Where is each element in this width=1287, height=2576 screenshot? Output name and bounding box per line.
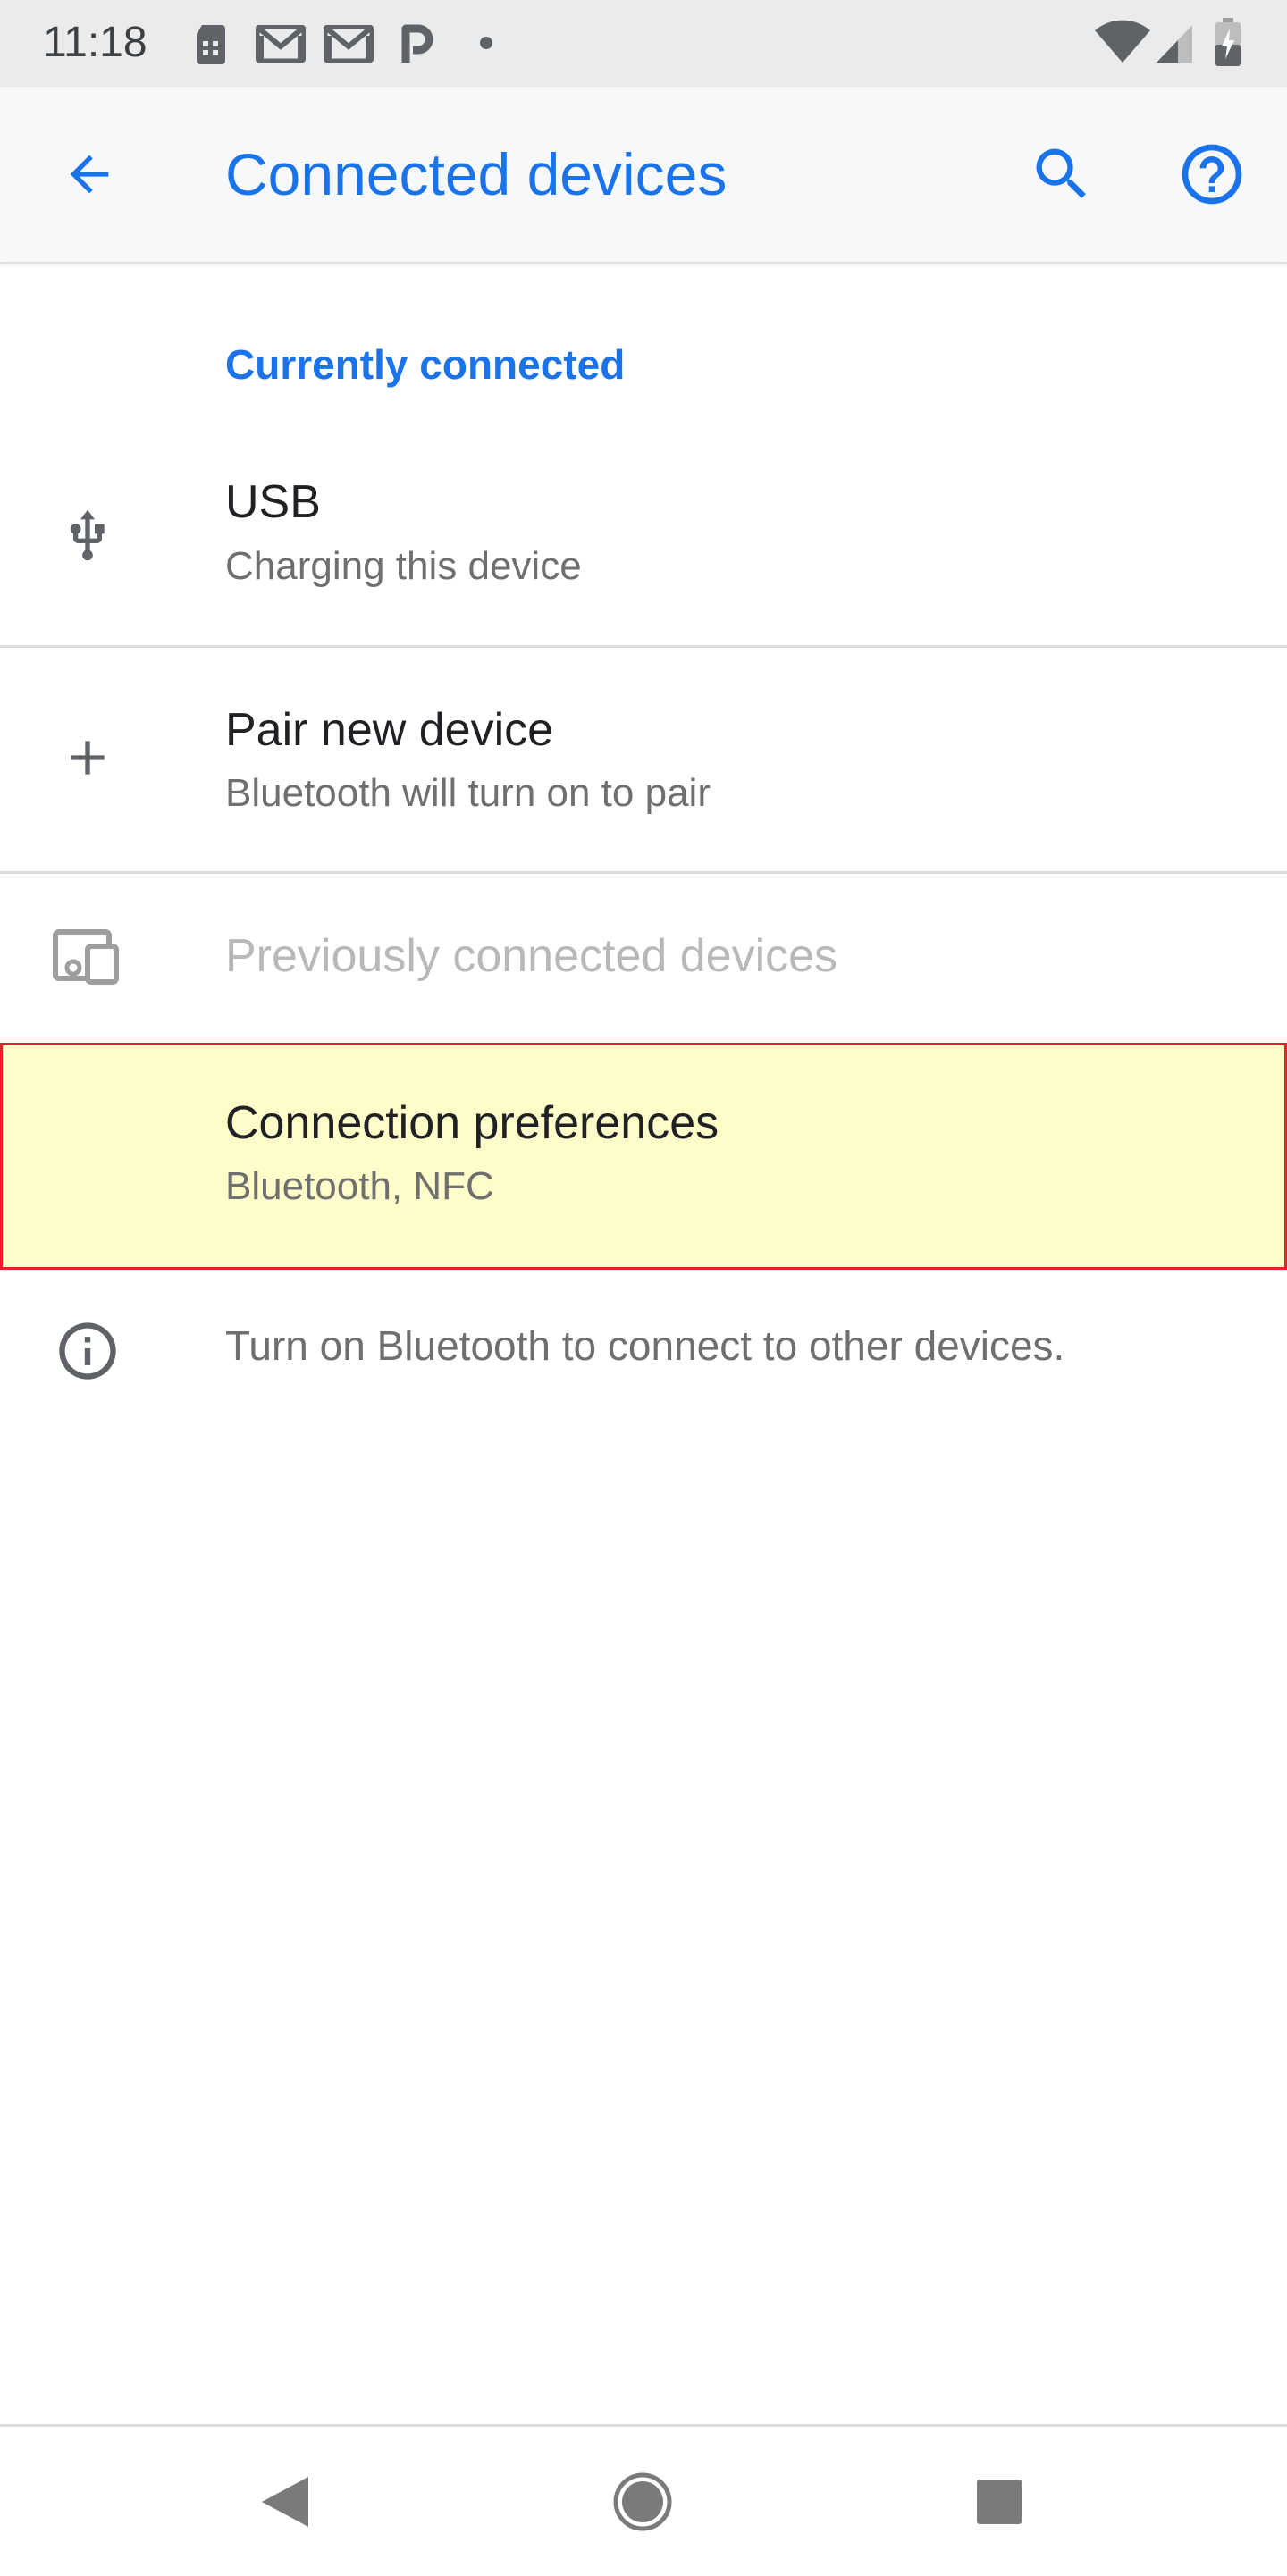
plus-icon	[45, 715, 130, 801]
bluetooth-info: Turn on Bluetooth to connect to other de…	[0, 1278, 1287, 1421]
pair-new-device-row[interactable]: Pair new device Bluetooth will turn on t…	[0, 648, 1287, 871]
usb-row[interactable]: USB Charging this device	[0, 427, 1287, 645]
pocket-p-icon	[401, 24, 433, 63]
search-button[interactable]	[1012, 124, 1112, 224]
search-icon	[1036, 148, 1086, 198]
cell-signal-icon	[1157, 25, 1192, 63]
usb-title: USB	[225, 476, 321, 528]
previously-connected-devices-title: Previously connected devices	[225, 930, 838, 982]
pair-new-device-title: Pair new device	[225, 704, 554, 756]
nav-back-icon	[262, 2476, 308, 2527]
wifi-icon	[1095, 20, 1150, 63]
nav-home-icon	[613, 2472, 672, 2530]
bluetooth-info-text: Turn on Bluetooth to connect to other de…	[225, 1322, 1065, 1369]
battery-charging-icon	[1216, 18, 1241, 66]
gmail-icon	[256, 25, 306, 63]
previously-connected-devices-row[interactable]: Previously connected devices	[0, 874, 1287, 1044]
nav-recents-icon	[977, 2479, 1022, 2524]
nav-recents-button[interactable]	[910, 2427, 1089, 2576]
dot-icon	[480, 37, 492, 49]
status-time: 11:18	[43, 19, 147, 66]
help-button[interactable]	[1162, 124, 1262, 224]
sim-card-icon	[197, 25, 225, 64]
usb-icon	[45, 493, 130, 579]
devices-icon	[45, 914, 130, 1000]
connection-preferences-title: Connection preferences	[225, 1097, 719, 1149]
arrow-back-icon	[70, 155, 109, 194]
help-icon	[1182, 144, 1242, 205]
connection-preferences-row[interactable]: Connection preferences Bluetooth, NFC	[0, 1043, 1287, 1270]
usb-subtitle: Charging this device	[225, 544, 582, 588]
connection-preferences-subtitle: Bluetooth, NFC	[225, 1164, 494, 1208]
info-icon	[45, 1308, 130, 1394]
nav-back-button[interactable]	[196, 2427, 374, 2576]
app-bar: Connected devices	[0, 87, 1287, 264]
back-button[interactable]	[39, 124, 139, 224]
system-nav-bar	[0, 2424, 1287, 2576]
nav-home-button[interactable]	[553, 2427, 732, 2576]
status-bar: 11:18	[0, 0, 1287, 87]
section-header-currently-connected: Currently connected	[225, 341, 626, 388]
gmail-icon	[324, 25, 374, 63]
page-title: Connected devices	[225, 141, 728, 207]
pair-new-device-subtitle: Bluetooth will turn on to pair	[225, 771, 711, 815]
